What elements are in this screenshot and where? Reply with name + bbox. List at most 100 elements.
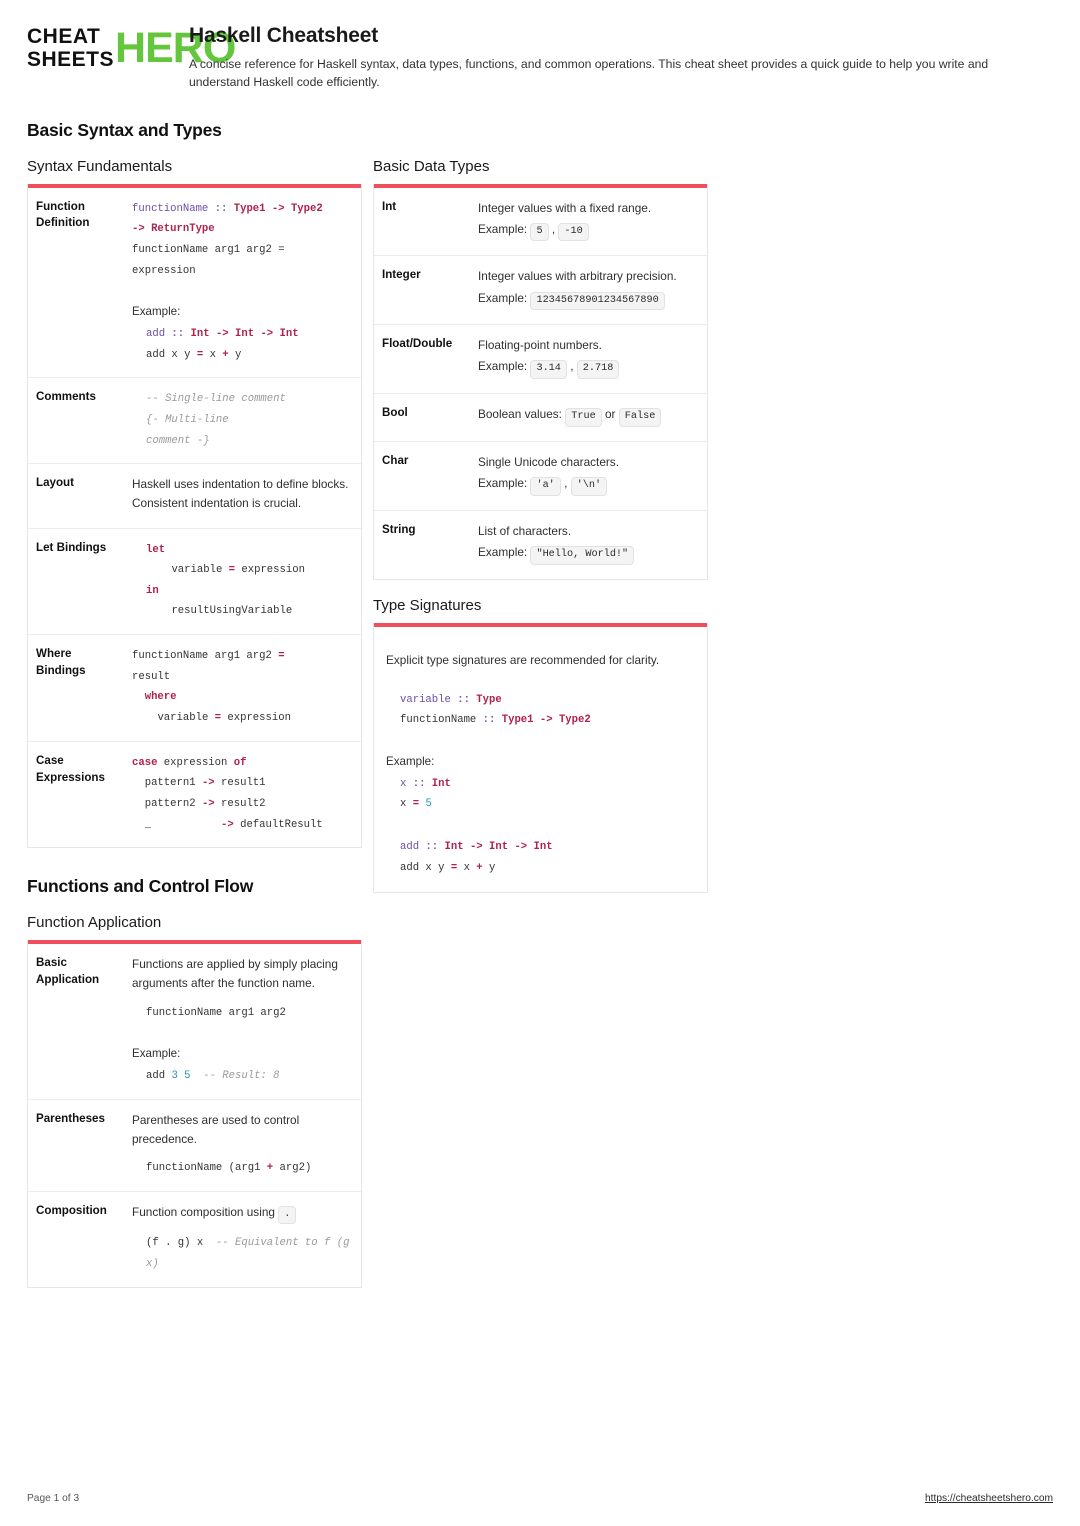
- row-body-datatype: Boolean values: True or False: [478, 394, 707, 441]
- code-token-ex4-pre: add x y: [400, 861, 451, 874]
- code-token-example-body-end: y: [228, 348, 242, 361]
- type-signatures-intro: Explicit type signatures are recommended…: [386, 652, 660, 667]
- code-token-composition-expr: (f . g) x: [146, 1237, 204, 1250]
- row-text-layout: Haskell uses indentation to define block…: [132, 477, 349, 511]
- table-row: Function Definition functionName :: Type…: [28, 188, 361, 378]
- right-column: Basic Data Types Int Integer values with …: [373, 141, 708, 894]
- code-token-types: Type1 -> Type2: [233, 202, 323, 215]
- row-text-composition: Function composition using .: [132, 1203, 351, 1225]
- row-text-parentheses: Parentheses are used to control preceden…: [132, 1112, 300, 1146]
- code-token-ex4-post: y: [482, 861, 496, 874]
- code-token-keyword-where: where: [132, 691, 177, 704]
- example-label-function-definition: Example:: [132, 305, 181, 319]
- code-block-basic-application: functionName arg1 arg2: [146, 1006, 286, 1019]
- subsection-title-function-application: Function Application: [27, 914, 162, 932]
- code-token-paren-post: arg2): [273, 1161, 312, 1174]
- code-token-variable: variable: [400, 693, 451, 706]
- row-label-datatype: Int: [382, 199, 397, 213]
- code-token-let-result: resultUsingVariable: [146, 605, 293, 618]
- table-row: Char Single Unicode characters. Example: '…: [374, 441, 707, 510]
- footer-site-link[interactable]: https://cheatsheetshero.com: [925, 1493, 1053, 1504]
- code-token-function-name: functionName: [132, 202, 209, 215]
- code-token-example-body-mid: x: [203, 348, 223, 361]
- table-row: Bool Boolean values: True or False: [374, 393, 707, 441]
- code-token-where-variable: variable: [132, 712, 215, 725]
- code-block-where-bindings: functionName arg1 arg2 = result where va…: [132, 646, 351, 729]
- row-body-datatype: Single Unicode characters. Example: 'a' ,…: [478, 442, 707, 510]
- inline-code-chip: True: [565, 408, 602, 428]
- row-label-datatype: Bool: [382, 406, 408, 420]
- section-title-functions-control-flow: Functions and Control Flow: [27, 876, 254, 897]
- table-row: Case Expressions case expression of patt…: [28, 740, 361, 848]
- inline-code-chip: "Hello, World!": [530, 546, 635, 565]
- code-token-where-expression: expression: [221, 712, 291, 725]
- body-type-signatures: Explicit type signatures are recommended…: [374, 627, 707, 892]
- row-example-datatype: Example: 3.14 , 2.718: [478, 357, 697, 380]
- code-token-sig2-type: Type1 -> Type2: [501, 714, 591, 727]
- row-label-where-bindings: Where Bindings: [36, 647, 86, 677]
- code-block-comments: -- Single-line comment {- Multi-line com…: [132, 389, 351, 451]
- code-token-result2: result2: [214, 798, 266, 811]
- subsection-title-basic-data-types: Basic Data Types: [373, 157, 490, 175]
- code-token-ex1-op: ::: [406, 777, 432, 790]
- table-row: Let Bindings let variable = expression i…: [28, 527, 361, 635]
- code-block-case-expressions: case expression of pattern1 -> result1 p…: [132, 753, 351, 836]
- card-type-signatures: Explicit type signatures are recommended…: [373, 622, 708, 894]
- row-example-datatype: Example: "Hello, World!": [478, 543, 697, 565]
- code-block-type-signatures-example-2: add :: Int -> Int -> Int add x y = x + y: [386, 837, 695, 878]
- row-body-layout: Haskell uses indentation to define block…: [132, 464, 361, 527]
- row-label-case-expressions: Case Expressions: [36, 753, 105, 784]
- code-token-arrow-3: ->: [221, 818, 234, 831]
- code-token-returntype: -> ReturnType: [132, 223, 215, 236]
- code-token-comment-single: -- Single-line comment: [146, 393, 286, 406]
- chip-separator: ,: [551, 221, 556, 236]
- page-header: CHEAT SHEETS HERO Haskell Cheatsheet A c…: [27, 22, 1053, 92]
- row-label-datatype: Char: [382, 454, 409, 468]
- code-token-where-equals-1: =: [278, 650, 285, 663]
- code-block-let-bindings: let variable = expression in resultUsing…: [132, 540, 351, 623]
- inline-code-chip: 2.718: [576, 360, 620, 380]
- code-token-pattern-wildcard: _: [132, 818, 222, 831]
- code-token-comment-result: -- Result: 8: [190, 1070, 280, 1083]
- code-token-definition-body: functionName arg1 arg2 = expression: [132, 243, 285, 277]
- brand-logo: CHEAT SHEETS HERO: [27, 22, 236, 71]
- footer-page-number: Page 1 of 3: [27, 1493, 80, 1504]
- row-body-datatype: List of characters. Example: "Hello, Worl…: [478, 511, 707, 579]
- page-title: Haskell Cheatsheet: [189, 24, 378, 47]
- code-token-arrow-2: ->: [201, 798, 215, 811]
- code-token-sig1-type: Type: [476, 693, 502, 706]
- code-token-pattern1: pattern1: [132, 777, 202, 790]
- code-token-arrow-1: ->: [201, 777, 215, 790]
- inline-code-chip: False: [618, 408, 662, 428]
- page-footer: Page 1 of 3 https://cheatsheetshero.com: [27, 1493, 1053, 1504]
- inline-code-chip: '\n': [570, 477, 608, 496]
- example-label-basic-application: Example:: [132, 1047, 181, 1061]
- code-token-keyword-in: in: [146, 584, 159, 597]
- code-token-comment-multi-open: {- Multi-line: [146, 413, 229, 426]
- code-token-ex4-mid: x: [457, 861, 477, 874]
- table-row: Float/Double Floating-point numbers. Examp…: [374, 324, 707, 393]
- page-description: A concise reference for Haskell syntax, …: [189, 57, 989, 90]
- inline-code-chip: 5: [530, 222, 549, 242]
- code-token-ex2-name: x: [400, 798, 413, 811]
- code-token-example-typeop: ::: [165, 328, 191, 340]
- code-token-sig1-op: ::: [450, 693, 477, 706]
- code-token-case-expression: expression: [157, 756, 234, 769]
- code-token-typeop: ::: [208, 202, 234, 215]
- subsection-title-syntax-fundamentals: Syntax Fundamentals: [27, 157, 173, 175]
- left-column: Syntax Fundamentals Function Definition …: [27, 141, 362, 1288]
- row-label-function-definition: Function Definition: [36, 199, 90, 230]
- row-body-parentheses: Parentheses are used to control preceden…: [132, 1100, 361, 1191]
- row-body-datatype: Integer values with arbitrary precision.…: [478, 256, 707, 324]
- row-example-datatype: Example: 12345678901234567890: [478, 289, 697, 311]
- subsection-title-type-signatures: Type Signatures: [373, 596, 482, 614]
- row-label-datatype: Integer: [382, 268, 421, 282]
- table-row: Basic Application Functions are applied …: [28, 944, 361, 1098]
- row-text-datatype: Integer values with a fixed range.: [478, 200, 652, 215]
- logo-text-sheets: SHEETS: [27, 47, 115, 71]
- code-token-ex3-name: add: [400, 840, 420, 853]
- table-row: Parentheses Parentheses are used to cont…: [28, 1098, 361, 1191]
